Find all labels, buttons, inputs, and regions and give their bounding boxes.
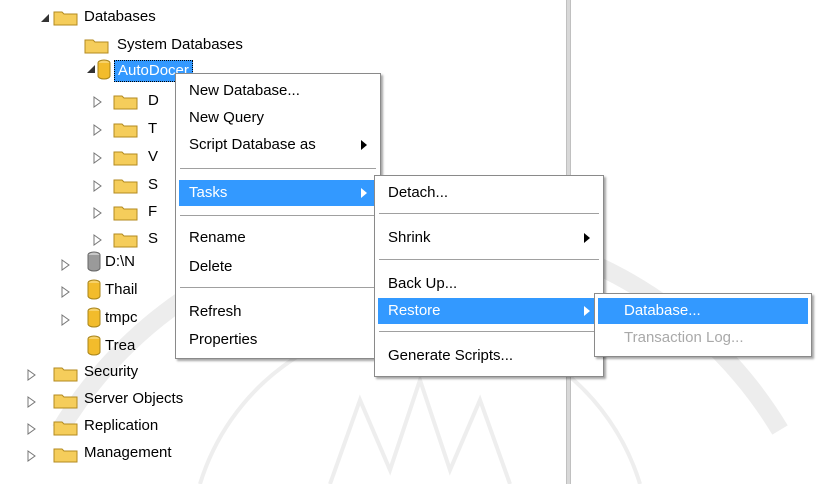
menu-item-label: Generate Scripts... (388, 347, 514, 364)
tree-label-replication[interactable]: Replication (84, 413, 158, 439)
collapsed-arrow-icon[interactable] (93, 234, 103, 246)
tree-label-db-trea[interactable]: Trea (105, 333, 135, 359)
collapsed-arrow-icon[interactable] (61, 314, 71, 326)
menu-item-label: Properties (189, 331, 258, 348)
menu-item-label: Script Database as (189, 136, 316, 153)
tree-label-child-1[interactable]: D (148, 88, 159, 114)
menu-separator (180, 168, 376, 169)
folder-icon (113, 206, 138, 221)
tree-label-child-4[interactable]: S (148, 172, 158, 198)
folder-icon (113, 151, 138, 166)
database-icon (87, 307, 101, 328)
folder-icon (53, 448, 78, 463)
tree-label-management[interactable]: Management (84, 440, 172, 466)
folder-icon (53, 421, 78, 436)
menu-item-script-database-as[interactable]: Script Database as (179, 132, 377, 158)
menu-item-label: Detach... (388, 184, 449, 201)
collapsed-arrow-icon[interactable] (93, 180, 103, 192)
tree-label: Databases (84, 8, 156, 25)
menu-item-label: Back Up... (388, 275, 458, 292)
menu-item-restore[interactable]: Restore (378, 298, 600, 324)
menu-item-back-up[interactable]: Back Up... (378, 271, 600, 297)
menu-item-delete[interactable]: Delete (179, 254, 377, 280)
collapsed-arrow-icon[interactable] (27, 423, 37, 435)
restore-submenu: Database... Transaction Log... (594, 293, 812, 357)
collapsed-arrow-icon[interactable] (93, 207, 103, 219)
menu-item-restore-database[interactable]: Database... (598, 298, 808, 324)
folder-icon (113, 233, 138, 248)
menu-separator (379, 213, 599, 214)
collapsed-arrow-icon[interactable] (27, 396, 37, 408)
menu-item-tasks[interactable]: Tasks (179, 180, 377, 206)
tree-label-db-tmp[interactable]: tmpc (105, 305, 138, 331)
folder-icon (53, 394, 78, 409)
tree-label-child-3[interactable]: V (148, 144, 158, 170)
menu-item-detach[interactable]: Detach... (378, 180, 600, 206)
expanded-arrow-icon[interactable] (40, 13, 50, 23)
folder-icon (113, 179, 138, 194)
folder-icon (53, 367, 78, 382)
menu-separator (379, 259, 599, 260)
menu-item-new-database[interactable]: New Database... (179, 78, 377, 104)
menu-item-label: Database... (624, 302, 701, 319)
collapsed-arrow-icon[interactable] (61, 286, 71, 298)
database-icon (87, 335, 101, 356)
tasks-submenu: Detach... Shrink Back Up... Restore Gene… (374, 175, 604, 377)
database-icon (87, 279, 101, 300)
tree-label-security[interactable]: Security (84, 359, 138, 385)
tree-label-db-dnm[interactable]: D:\N (105, 249, 135, 275)
menu-item-label: Shrink (388, 229, 431, 246)
tree-node-databases[interactable]: Databases (0, 4, 400, 30)
submenu-arrow-icon (361, 188, 367, 198)
menu-item-label: Transaction Log... (624, 329, 744, 346)
menu-item-label: New Database... (189, 82, 300, 99)
database-context-menu: New Database... New Query Script Databas… (175, 73, 381, 359)
menu-item-label: Tasks (189, 184, 228, 201)
menu-item-rename[interactable]: Rename (179, 225, 377, 251)
collapsed-arrow-icon[interactable] (93, 152, 103, 164)
submenu-arrow-icon (361, 140, 367, 150)
collapsed-arrow-icon[interactable] (27, 450, 37, 462)
folder-icon (113, 95, 138, 110)
menu-item-label: Delete (189, 258, 233, 275)
menu-item-transaction-log: Transaction Log... (598, 325, 808, 351)
database-offline-icon (87, 251, 101, 272)
folder-icon (53, 11, 78, 26)
menu-item-label: Rename (189, 229, 246, 246)
menu-item-label: Refresh (189, 303, 242, 320)
menu-item-properties[interactable]: Properties (179, 327, 377, 353)
tree-label-child-2[interactable]: T (148, 116, 157, 142)
tree-label-system-databases[interactable]: System Databases (117, 32, 243, 58)
collapsed-arrow-icon[interactable] (93, 124, 103, 136)
menu-item-label: New Query (189, 109, 265, 126)
collapsed-arrow-icon[interactable] (93, 96, 103, 108)
tree-label-db-thai[interactable]: Thail (105, 277, 138, 303)
tree-label-server-objects[interactable]: Server Objects (84, 386, 183, 412)
submenu-arrow-icon (584, 306, 590, 316)
menu-item-refresh[interactable]: Refresh (179, 299, 377, 325)
menu-item-label: Restore (388, 302, 441, 319)
collapsed-arrow-icon[interactable] (27, 369, 37, 381)
menu-item-shrink[interactable]: Shrink (378, 225, 600, 251)
tree-label-child-6[interactable]: S (148, 226, 158, 252)
database-icon (97, 59, 111, 80)
menu-separator (180, 287, 376, 288)
submenu-arrow-icon (584, 233, 590, 243)
tree-label-child-5[interactable]: F (148, 199, 157, 225)
menu-item-generate-scripts[interactable]: Generate Scripts... (378, 343, 600, 369)
menu-item-new-query[interactable]: New Query (179, 105, 377, 131)
folder-icon (113, 123, 138, 138)
menu-separator (379, 331, 599, 332)
expanded-arrow-icon[interactable] (86, 64, 96, 74)
collapsed-arrow-icon[interactable] (61, 259, 71, 271)
menu-separator (180, 215, 376, 216)
folder-icon (84, 39, 109, 54)
